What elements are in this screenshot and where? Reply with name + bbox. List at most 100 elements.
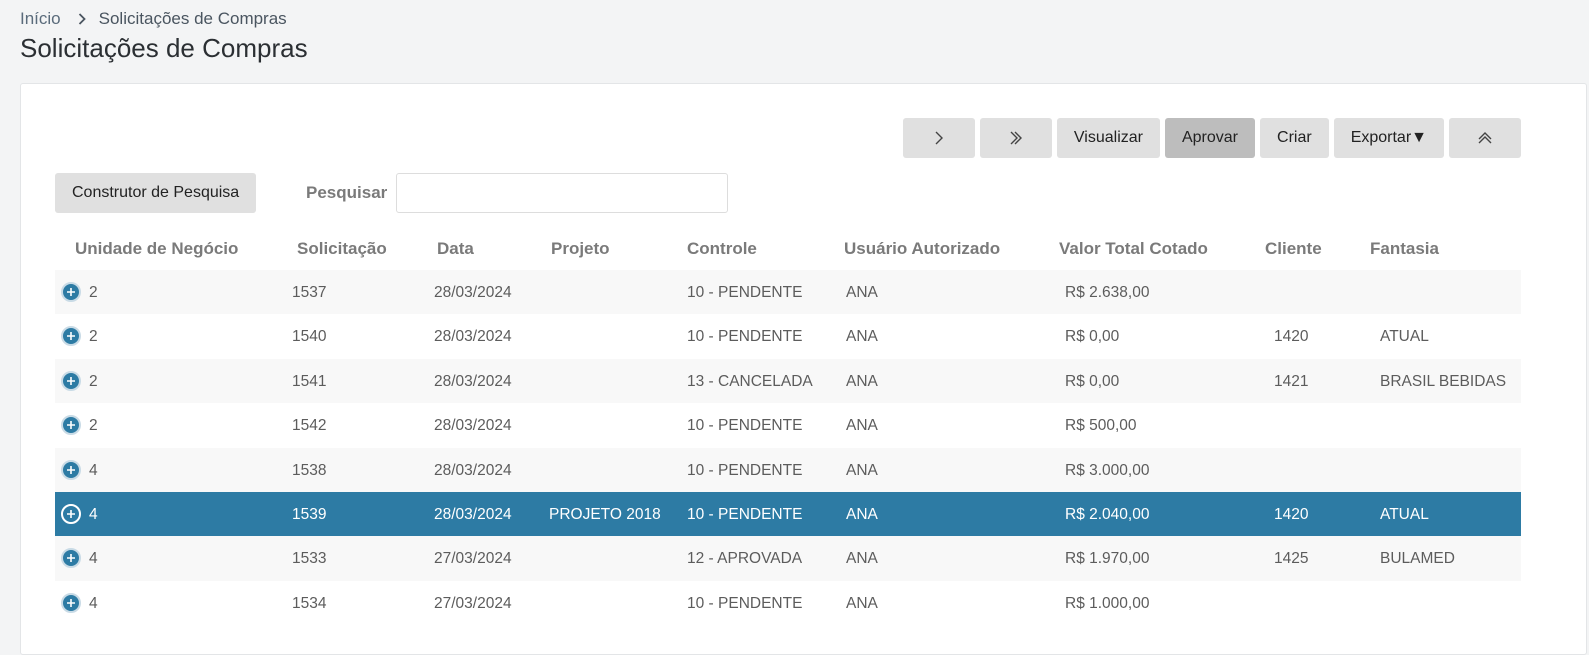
visualizar-button[interactable]: Visualizar <box>1056 118 1160 158</box>
cell-data: 28/03/2024 <box>434 328 512 346</box>
cell-solicitacao: 1538 <box>292 461 327 479</box>
cell-unidade: 2 <box>89 417 98 435</box>
plus-circle-icon[interactable] <box>61 548 81 569</box>
cell-data: 28/03/2024 <box>434 284 512 301</box>
cell-data: 27/03/2024 <box>434 594 512 612</box>
cell-solicitacao: 1533 <box>292 550 327 568</box>
cell-unidade: 2 <box>89 372 98 390</box>
search-builder-button[interactable]: Construtor de Pesquisa <box>55 173 257 213</box>
toolbar: Visualizar Aprovar Criar Exportar▼ <box>902 118 1521 158</box>
cell-fantasia: BRASIL BEBIDAS <box>1380 372 1507 390</box>
column-header-controle[interactable]: Controle <box>687 239 757 259</box>
cell-solicitacao: 1541 <box>292 372 327 390</box>
cell-valor: R$ 3.000,00 <box>1065 461 1150 479</box>
cell-valor: R$ 500,00 <box>1065 417 1137 435</box>
column-header-usuario[interactable]: Usuário Autorizado <box>844 239 1000 259</box>
cell-cliente: 1421 <box>1274 372 1309 390</box>
cell-usuario: ANA <box>846 417 878 435</box>
column-header-solicitacao[interactable]: Solicitação <box>297 239 387 259</box>
cell-valor: R$ 1.970,00 <box>1065 550 1150 568</box>
double-chevron-up-icon <box>1477 130 1493 146</box>
cell-valor: R$ 0,00 <box>1065 372 1120 390</box>
plus-circle-icon[interactable] <box>61 326 81 347</box>
cell-unidade: 2 <box>89 328 98 346</box>
cell-usuario: ANA <box>846 284 878 301</box>
cell-solicitacao: 1534 <box>292 594 327 612</box>
column-header-data[interactable]: Data <box>437 239 474 259</box>
cell-solicitacao: 1539 <box>292 505 327 523</box>
cell-controle: 10 - PENDENTE <box>687 328 803 346</box>
breadcrumb-current: Solicitações de Compras <box>98 9 287 28</box>
cell-valor: R$ 0,00 <box>1065 328 1120 346</box>
cell-projeto: PROJETO 2018 <box>549 505 661 523</box>
table-row[interactable]: 4 1539 28/03/2024 PROJETO 2018 10 - PENDENTE… <box>55 491 1521 537</box>
cell-data: 28/03/2024 <box>434 417 512 435</box>
cell-fantasia: ATUAL <box>1380 505 1429 523</box>
last-page-button[interactable] <box>979 118 1052 158</box>
cell-unidade: 4 <box>89 505 98 523</box>
criar-button[interactable]: Criar <box>1260 118 1329 158</box>
cell-controle: 10 - PENDENTE <box>687 284 803 301</box>
column-header-unidade[interactable]: Unidade de Negócio <box>75 239 238 259</box>
cell-usuario: ANA <box>846 372 878 390</box>
aprovar-button[interactable]: Aprovar <box>1164 118 1256 158</box>
cell-cliente: 1420 <box>1274 505 1309 523</box>
exportar-button[interactable]: Exportar▼ <box>1333 118 1444 158</box>
cell-controle: 10 - PENDENTE <box>687 594 803 612</box>
cell-fantasia: BULAMED <box>1380 550 1455 568</box>
table-body: 2 1537 28/03/2024 10 - PENDENTE ANA R$ 2.638,… <box>55 270 1521 626</box>
cell-data: 28/03/2024 <box>434 505 512 523</box>
cell-usuario: ANA <box>846 505 878 523</box>
cell-valor: R$ 2.040,00 <box>1065 505 1150 523</box>
cell-data: 28/03/2024 <box>434 372 512 390</box>
cell-cliente: 1425 <box>1274 550 1309 568</box>
cell-unidade: 4 <box>89 550 98 568</box>
search-input[interactable] <box>396 173 728 213</box>
table-row[interactable]: 2 1541 28/03/2024 13 - CANCELADA ANA R$ 0,00 1… <box>55 358 1521 404</box>
cell-solicitacao: 1542 <box>292 417 327 435</box>
cell-solicitacao: 1540 <box>292 328 327 346</box>
breadcrumb: Início Solicitações de Compras <box>20 9 287 29</box>
cell-controle: 10 - PENDENTE <box>687 417 803 435</box>
cell-controle: 13 - CANCELADA <box>687 372 813 390</box>
table-row[interactable]: 4 1533 27/03/2024 12 - APROVADA ANA R$ 1.970,… <box>55 536 1521 581</box>
cell-unidade: 4 <box>89 594 98 612</box>
cell-cliente: 1420 <box>1274 328 1309 346</box>
chevron-right-icon <box>934 130 944 146</box>
cell-solicitacao: 1537 <box>292 284 327 301</box>
table-row[interactable]: 2 1540 28/03/2024 10 - PENDENTE ANA R$ 0,00 14… <box>55 314 1521 359</box>
column-header-valor[interactable]: Valor Total Cotado <box>1059 239 1208 259</box>
cell-data: 27/03/2024 <box>434 550 512 568</box>
table-row[interactable]: 4 1534 27/03/2024 10 - PENDENTE ANA R$ 1.000,… <box>55 580 1521 626</box>
table-row[interactable]: 2 1542 28/03/2024 10 - PENDENTE ANA R$ 500,00 <box>55 403 1521 448</box>
chevron-right-icon <box>78 13 86 25</box>
cell-controle: 12 - APROVADA <box>687 550 803 568</box>
table-header: Unidade de Negócio Solicitação Data Projeto… <box>55 230 1521 270</box>
cell-controle: 10 - PENDENTE <box>687 505 803 523</box>
breadcrumb-home-link[interactable]: Início <box>20 9 61 29</box>
plus-circle-icon[interactable] <box>61 370 81 391</box>
cell-usuario: ANA <box>846 461 878 479</box>
plus-circle-icon[interactable] <box>61 415 81 436</box>
cell-unidade: 2 <box>89 284 98 301</box>
cell-valor: R$ 1.000,00 <box>1065 594 1150 612</box>
next-page-button[interactable] <box>902 118 975 158</box>
table-row[interactable]: 2 1537 28/03/2024 10 - PENDENTE ANA R$ 2.638,… <box>55 270 1521 315</box>
collapse-button[interactable] <box>1449 118 1521 158</box>
column-header-projeto[interactable]: Projeto <box>551 239 610 259</box>
column-header-cliente[interactable]: Cliente <box>1265 239 1322 259</box>
cell-data: 28/03/2024 <box>434 461 512 479</box>
plus-circle-icon[interactable] <box>61 282 81 302</box>
cell-unidade: 4 <box>89 461 98 479</box>
plus-circle-icon[interactable] <box>61 503 81 524</box>
plus-circle-icon[interactable] <box>61 459 81 480</box>
page-title: Solicitações de Compras <box>20 33 308 63</box>
cell-controle: 10 - PENDENTE <box>687 461 803 479</box>
search-label: Pesquisar <box>306 183 388 202</box>
cell-usuario: ANA <box>846 550 878 568</box>
column-header-fantasia[interactable]: Fantasia <box>1370 239 1439 259</box>
cell-usuario: ANA <box>846 594 878 612</box>
requests-table: Unidade de Negócio Solicitação Data Projeto… <box>55 230 1521 626</box>
plus-circle-icon[interactable] <box>61 592 81 613</box>
table-row[interactable]: 4 1538 28/03/2024 10 - PENDENTE ANA R$ 3.000,… <box>55 447 1521 492</box>
